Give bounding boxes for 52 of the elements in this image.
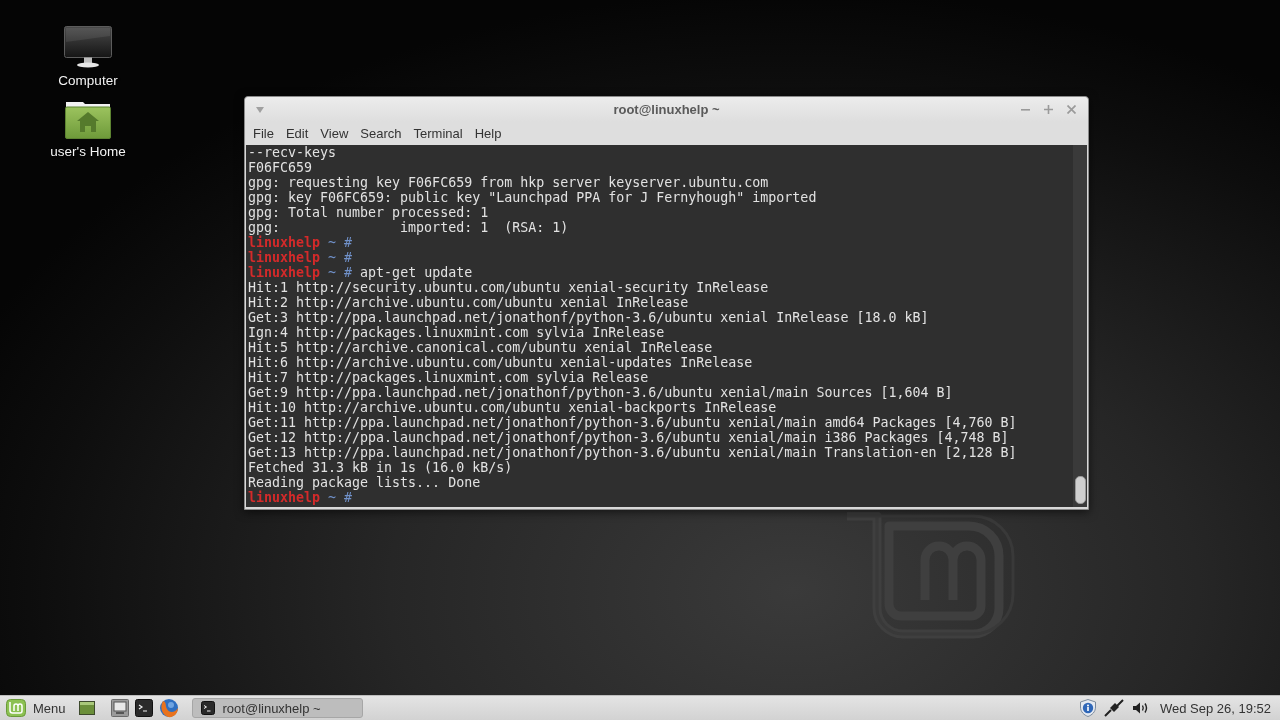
menu-item[interactable]: Help xyxy=(468,124,508,143)
terminal-icon[interactable] xyxy=(134,699,153,717)
terminal-output-line: Get:13 http://ppa.launchpad.net/jonathonf/python-3.6/ubuntu xenial/main Translation-en [2,128 B] xyxy=(248,445,1018,460)
menu-button[interactable]: Menu xyxy=(4,697,70,719)
shield-info-icon[interactable] xyxy=(1079,699,1096,717)
menu-item[interactable]: Edit xyxy=(279,124,315,143)
scrollbar[interactable] xyxy=(1073,145,1087,507)
terminal-output-line: gpg: Total number processed: 1 xyxy=(248,205,490,220)
terminal-prompt-line: linuxhelp ~ # xyxy=(248,250,354,265)
terminal-prompt-line: linuxhelp ~ # xyxy=(248,490,354,505)
terminal-prompt-line: linuxhelp ~ # xyxy=(248,235,354,250)
desktop-icon-label[interactable]: user's Home xyxy=(50,144,126,160)
minimize-icon xyxy=(1021,108,1030,111)
terminal-output-line: Hit:7 http://packages.linuxmint.com sylvia Release xyxy=(248,370,650,385)
clock[interactable]: Wed Sep 26, 19:52 xyxy=(1159,700,1271,716)
computer-icon[interactable] xyxy=(64,26,112,68)
home-folder-icon[interactable] xyxy=(65,101,111,139)
window-title: root@linuxhelp ~ xyxy=(613,102,720,117)
desktop-icon-label[interactable]: Computer xyxy=(58,73,118,89)
mint-logo-icon xyxy=(6,699,26,717)
terminal-output-line: Get:3 http://ppa.launchpad.net/jonathonf/python-3.6/ubuntu xenial InRelease [18.0 kB] xyxy=(248,310,930,325)
globe-icon[interactable] xyxy=(158,698,179,718)
terminal-output-line: Ign:4 http://packages.linuxmint.com sylvia InRelease xyxy=(248,325,666,340)
files-icon[interactable] xyxy=(110,699,129,717)
terminal-output-line: Get:12 http://ppa.launchpad.net/jonathonf/python-3.6/ubuntu xenial/main i386 Packages [4,748 B] xyxy=(248,430,1010,445)
menu-item[interactable]: View xyxy=(314,124,355,143)
maximize-icon xyxy=(1044,105,1053,114)
terminal-output-line: Hit:1 http://security.ubuntu.com/ubuntu xenial-security InRelease xyxy=(248,280,770,295)
terminal-output-line: gpg: imported: 1 (RSA: 1) xyxy=(248,220,570,235)
terminal-output-line: Hit:5 http://archive.canonical.com/ubuntu xenial InRelease xyxy=(248,340,714,355)
network-cable-icon[interactable] xyxy=(1103,699,1124,717)
close-icon xyxy=(1067,105,1076,114)
terminal-icon xyxy=(200,701,215,715)
terminal-output-line: F06FC659 xyxy=(248,160,314,175)
menu-item[interactable]: File xyxy=(247,124,280,143)
terminal-output-line: Hit:10 http://archive.ubuntu.com/ubuntu xenial-backports InRelease xyxy=(248,400,778,415)
terminal-output-line: Reading package lists... Done xyxy=(248,475,482,490)
scrollbar-thumb[interactable] xyxy=(1074,476,1086,504)
show-desktop-icon[interactable] xyxy=(78,701,95,715)
terminal-output-line: Hit:6 http://archive.ubuntu.com/ubuntu xenial-updates InRelease xyxy=(248,355,754,370)
terminal-output-line: --recv-keys xyxy=(248,145,338,160)
terminal-output-line: gpg: requesting key F06FC659 from hkp server keyserver.ubuntu.com xyxy=(248,175,770,190)
terminal-prompt-line: linuxhelp ~ # apt-get update xyxy=(248,265,474,280)
terminal-output-line: Hit:2 http://archive.ubuntu.com/ubuntu xenial InRelease xyxy=(248,295,690,310)
menu-item[interactable]: Terminal xyxy=(407,124,469,143)
terminal-output-line: Fetched 31.3 kB in 1s (16.0 kB/s) xyxy=(248,460,514,475)
window-button[interactable]: root@linuxhelp ~ xyxy=(191,698,363,718)
terminal-output-line: Get:9 http://ppa.launchpad.net/jonathonf/python-3.6/ubuntu xenial/main Sources [1,604 B] xyxy=(248,385,954,400)
volume-icon[interactable] xyxy=(1131,701,1150,715)
terminal-output-line: Get:11 http://ppa.launchpad.net/jonathonf/python-3.6/ubuntu xenial/main amd64 Packages [4,760 B] xyxy=(248,415,1018,430)
terminal-output-line: gpg: key F06FC659: public key "Launchpad PPA for J Fernyhough" imported xyxy=(248,190,818,205)
menu-item[interactable]: Search xyxy=(354,124,408,143)
